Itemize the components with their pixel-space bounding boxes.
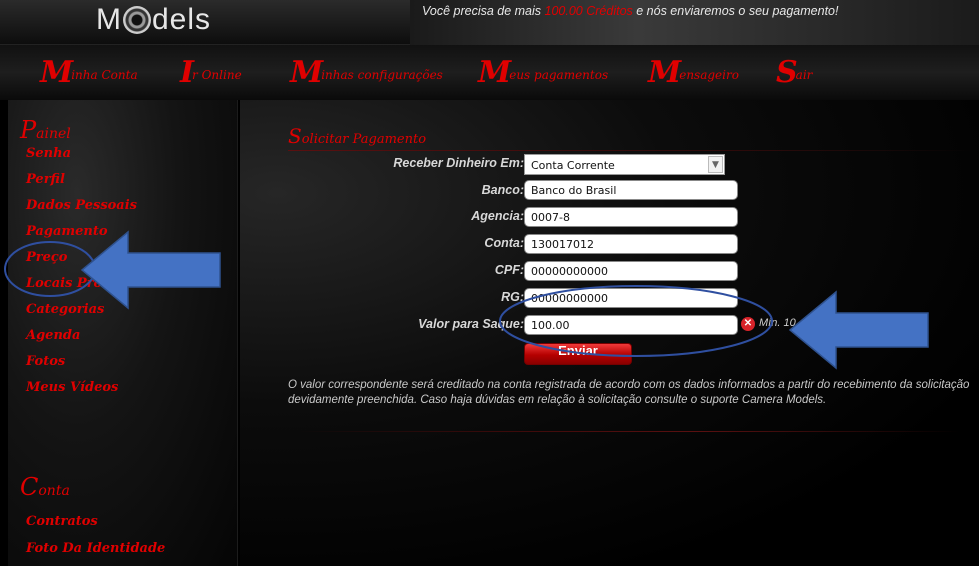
sidebar-item-agenda[interactable]: Agenda (26, 328, 80, 343)
receber-label: Receber Dinheiro Em: (393, 156, 524, 170)
nav-cap: M (290, 55, 323, 90)
logo-text-right: dels (152, 3, 212, 36)
cpf-label: CPF: (494, 263, 524, 277)
logo-text-left: M (96, 3, 122, 36)
nav-cap: M (648, 55, 681, 90)
sidebar-title-conta: Conta (20, 473, 70, 501)
promo-text: Você precisa de mais 100.00 Créditos e n… (422, 4, 838, 18)
promo-banner: Você precisa de mais 100.00 Créditos e n… (410, 0, 979, 45)
sidebar-item-pagamento[interactable]: Pagamento (26, 224, 108, 239)
page-title-cap: S (288, 124, 302, 148)
cpf-field[interactable]: 00000000000 (524, 261, 738, 281)
sidebar-title-cap: P (20, 116, 37, 144)
nav-label: air (795, 68, 813, 82)
nav-ir-online[interactable]: Ir Online (180, 55, 242, 90)
rg-field[interactable]: 00000000000 (524, 288, 738, 308)
valor-saque-field[interactable]: 100.00 (524, 315, 738, 335)
nav-label: inhas configurações (321, 68, 443, 82)
nav-label: r Online (192, 68, 242, 82)
banco-field[interactable]: Banco do Brasil (524, 180, 738, 200)
nav-cap: I (180, 55, 194, 90)
nav-minhas-configuracoes[interactable]: Minhas configurações (290, 55, 443, 90)
top-header: M dels Você precisa de mais 100.00 Crédi… (0, 0, 979, 45)
sidebar-item-dados-pessoais[interactable]: Dados Pessoais (26, 198, 137, 213)
main-navigation: Minha Conta Ir Online Minhas configuraçõ… (0, 45, 979, 100)
sidebar-title-painel: Painel (20, 116, 71, 144)
sidebar-item-perfil[interactable]: Perfil (26, 172, 65, 187)
nav-label: ensageiro (679, 68, 739, 82)
nav-label: inha Conta (71, 68, 138, 82)
camera-lens-icon (123, 6, 151, 34)
promo-credit: 100.00 Créditos (544, 4, 633, 18)
page-title: Solicitar Pagamento (288, 124, 426, 148)
valor-label: Valor para Saque: (418, 317, 524, 331)
sidebar-item-foto-identidade[interactable]: Foto Da Identidade (26, 541, 165, 556)
sidebar-item-categorias[interactable]: Categorias (26, 302, 104, 317)
nav-cap: M (40, 55, 73, 90)
enviar-button[interactable]: Enviar (524, 343, 632, 365)
sidebar-item-senha[interactable]: Senha (26, 146, 71, 161)
sidebar-title-cap: C (20, 473, 39, 501)
conta-label: Conta: (484, 236, 524, 250)
agencia-label: Agencia: (471, 209, 524, 223)
title-divider (288, 150, 973, 151)
nav-meus-pagamentos[interactable]: Meus pagamentos (478, 55, 608, 90)
promo-prefix: Você precisa de mais (422, 4, 545, 18)
min-note: Mín. 10 (759, 317, 796, 329)
error-x-icon: ✕ (741, 317, 755, 331)
nav-label: eus pagamentos (509, 68, 609, 82)
sidebar-item-meus-videos[interactable]: Meus Vídeos (26, 380, 118, 395)
sidebar-title-rest: ainel (36, 126, 71, 142)
receber-selected-value: Conta Corrente (531, 159, 615, 172)
chevron-down-icon[interactable]: ▼ (708, 156, 723, 173)
sidebar: Painel Senha Perfil Dados Pessoais Pagam… (8, 100, 238, 566)
rg-label: RG: (501, 290, 524, 304)
receber-select[interactable]: Conta Corrente ▼ (524, 154, 725, 175)
page-title-rest: olicitar Pagamento (301, 132, 427, 147)
nav-cap: M (478, 55, 511, 90)
info-note: O valor correspondente será creditado na… (288, 379, 970, 406)
nav-minha-conta[interactable]: Minha Conta (40, 55, 138, 90)
main-content: Solicitar Pagamento Receber Dinheiro Em:… (240, 100, 979, 566)
sidebar-item-fotos[interactable]: Fotos (26, 354, 65, 369)
conta-field[interactable]: 130017012 (524, 234, 738, 254)
sidebar-item-contratos[interactable]: Contratos (26, 514, 98, 529)
nav-sair[interactable]: Sair (776, 55, 812, 90)
banco-label: Banco: (481, 183, 524, 197)
site-logo[interactable]: M dels (96, 3, 211, 37)
agencia-field[interactable]: 0007-8 (524, 207, 738, 227)
sidebar-item-locais-proibidos[interactable]: Locais Proibidos (26, 276, 146, 291)
nav-cap: S (776, 55, 798, 90)
bottom-divider (300, 431, 960, 432)
sidebar-item-preco[interactable]: Preço (26, 250, 67, 265)
promo-suffix: e nós enviaremos o seu pagamento! (632, 4, 839, 18)
nav-mensageiro[interactable]: Mensageiro (648, 55, 739, 90)
sidebar-title-rest: onta (38, 483, 70, 499)
